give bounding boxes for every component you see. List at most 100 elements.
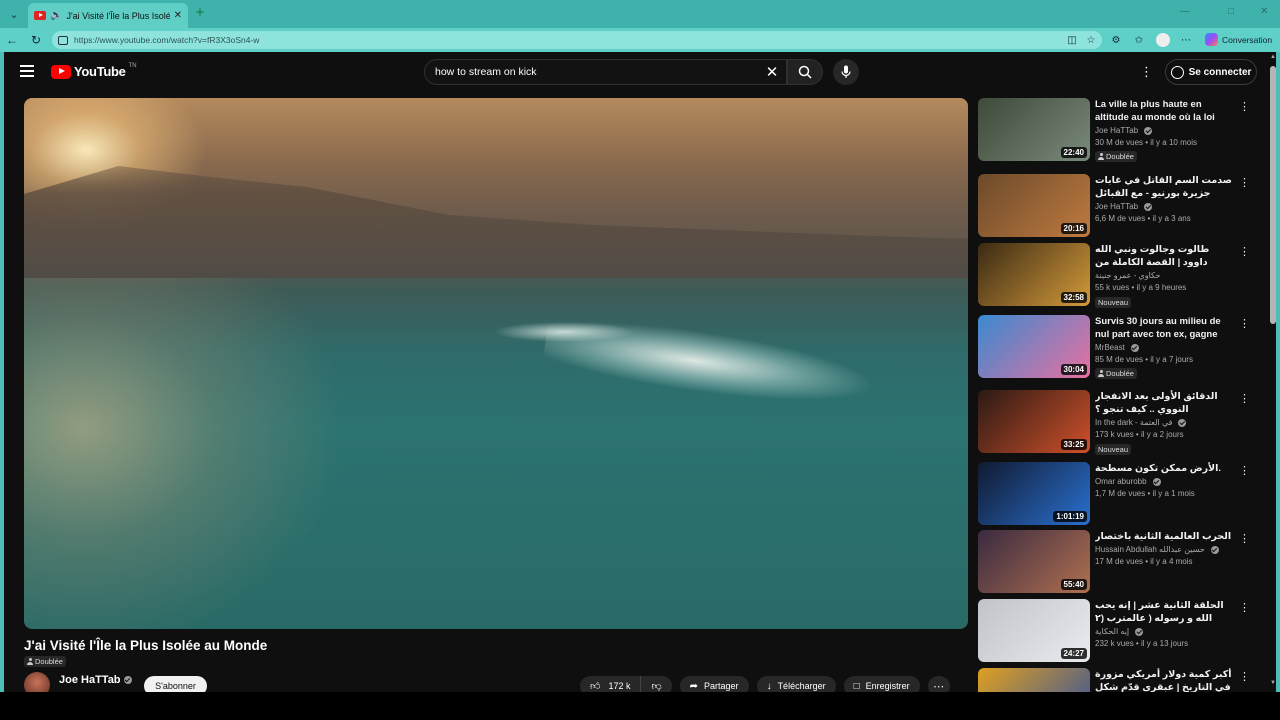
settings-kebab-icon[interactable]: ⋮ [1140,64,1153,80]
recommendation-channel[interactable]: Hussain Abdullah حسين عبدالله [1095,545,1235,554]
address-bar[interactable]: https://www.youtube.com/watch?v=fR3X3oSn… [52,31,1102,49]
recommendation-channel[interactable]: Joe HaTTab [1095,126,1235,135]
recommendation-meta: 17 M de vues • il y a 4 mois [1095,557,1235,566]
channel-row: Joe HaTTab S'abonner 👍︎ 172 k 👎︎ ➦ Parta… [24,672,968,692]
search-button[interactable] [787,59,823,85]
recommendation-menu-icon[interactable]: ⋮ [1239,392,1250,405]
recommendation-menu-icon[interactable]: ⋮ [1239,317,1250,330]
verified-icon [1144,126,1153,135]
app-available-icon[interactable]: ◫ [1066,34,1078,46]
channel-avatar[interactable] [24,672,50,692]
verified-icon [1152,477,1161,486]
minimize-icon[interactable]: — [1180,6,1190,17]
recommendation-channel-name: Omar aburobb [1095,477,1147,486]
upload-age: il y a 3 ans [1152,214,1191,223]
recommendation-thumbnail[interactable]: 33:25 [978,390,1090,453]
upload-age: il y a 13 jours [1140,639,1189,648]
close-tab-icon[interactable]: ✕ [174,10,182,21]
tab-youtube[interactable]: 🔈 J'ai Visité l'Île la Plus Isolée au ✕ [28,3,188,28]
recommendation-thumbnail[interactable]: 30:04 [978,315,1090,378]
share-button[interactable]: ➦ Partager [679,676,749,692]
channel-name[interactable]: Joe HaTTab [59,674,132,686]
refresh-icon[interactable]: ↻ [28,32,44,48]
scrollbar-thumb[interactable] [1270,66,1276,324]
recommendation-channel[interactable]: Joe HaTTab [1095,202,1235,211]
menu-icon[interactable] [20,65,34,77]
recommendation-title[interactable]: الحرب العالمية الثانية باختصار [1095,530,1235,543]
recommendation-menu-icon[interactable]: ⋮ [1239,532,1250,545]
save-label: Enregistrer [865,681,910,691]
favorites-icon[interactable]: ✩ [1133,34,1145,46]
scroll-up-icon[interactable]: ▲ [1270,54,1276,60]
recommendation-thumbnail[interactable] [978,668,1090,692]
recommendation-channel[interactable]: إيه الحكاية [1095,627,1235,636]
recommendation-thumbnail[interactable]: 22:40 [978,98,1090,161]
recommendation-thumbnail[interactable]: 24:27 [978,599,1090,662]
recommendation-info: أكبر كمية دولار أمريكي مزورة في التاريخ … [1095,668,1235,692]
recommendation-menu-icon[interactable]: ⋮ [1239,464,1250,477]
new-tab-icon[interactable]: + [192,5,208,21]
recommendation-thumbnail[interactable]: 55:40 [978,530,1090,593]
view-count: 1,7 M de vues [1095,489,1146,498]
recommendation-menu-icon[interactable]: ⋮ [1239,100,1250,113]
recommendation-title[interactable]: أكبر كمية دولار أمريكي مزورة في التاريخ … [1095,668,1235,692]
recommendation-thumbnail[interactable]: 32:58 [978,243,1090,306]
clear-search-icon[interactable]: ✕ [758,63,786,81]
recommendation-title[interactable]: الدقائق الأولى بعد الانفجار النووي .. كي… [1095,390,1235,416]
voice-search-button[interactable] [833,59,859,85]
site-info-icon[interactable] [58,35,68,45]
recommendation-thumbnail[interactable]: 20:16 [978,174,1090,237]
more-menu-icon[interactable]: ⋯ [1180,34,1192,46]
recommendation-info: طالوت وجالوت ونبي الله داوود | القصة الك… [1095,243,1235,310]
tab-title: J'ai Visité l'Île la Plus Isolée au [66,10,170,21]
extensions-icon[interactable]: ⚙ [1110,34,1122,46]
meta-separator: • [1129,283,1137,292]
youtube-wordmark: YouTube [74,64,126,79]
recommendation-thumbnail[interactable]: 1:01:19 [978,462,1090,525]
dubbed-person-icon [27,658,33,665]
recommendation-menu-icon[interactable]: ⋮ [1239,601,1250,614]
download-button[interactable]: ↓ Télécharger [756,676,836,692]
save-button[interactable]: □ Enregistrer [843,676,920,692]
recommendation-channel[interactable]: حكاوي - عمرو جنينة [1095,271,1235,280]
dislike-button[interactable]: 👎︎ [640,676,671,692]
recommendation-title[interactable]: طالوت وجالوت ونبي الله داوود | القصة الك… [1095,243,1235,269]
recommendation-menu-icon[interactable]: ⋮ [1239,176,1250,189]
youtube-play-icon [51,64,71,79]
signin-button[interactable]: Se connecter [1165,59,1257,85]
scroll-down-icon[interactable]: ▼ [1270,680,1276,686]
speaker-icon[interactable]: 🔈 [50,10,62,21]
recommendation-channel[interactable]: Omar aburobb [1095,477,1235,486]
maximize-icon[interactable]: □ [1228,6,1234,17]
recommendation-channel[interactable]: In the dark - في العتمة [1095,418,1235,427]
share-label: Partager [704,681,739,691]
recommendation-menu-icon[interactable]: ⋮ [1239,245,1250,258]
back-icon[interactable]: ← [4,32,20,48]
search-input[interactable]: how to stream on kick ✕ [424,59,787,85]
recommendation-title[interactable]: صدمت السم القاتل في غابات جزيرة بورنيو -… [1095,174,1235,200]
profile-avatar[interactable] [1156,33,1170,47]
recommendation-channel[interactable]: MrBeast [1095,343,1235,352]
upload-age: il y a 4 mois [1150,557,1193,566]
share-icon: ➦ [689,680,699,692]
more-actions-icon[interactable]: ⋯ [927,676,950,692]
recommendation-channel-name: إيه الحكاية [1095,627,1130,636]
recommendation-title[interactable]: Survis 30 jours au milieu de nul part av… [1095,315,1235,341]
favorite-star-icon[interactable]: ☆ [1085,34,1097,46]
recommendation-title[interactable]: الأرض ممكن تكون مسطحة. [1095,462,1235,475]
recommendation-title[interactable]: الحلقة الثانية عشر | إنه يحب الله و رسول… [1095,599,1235,625]
download-label: Télécharger [777,681,826,691]
like-button[interactable]: 👍︎ 172 k [580,676,640,692]
video-player[interactable] [24,98,968,629]
page-scrollbar[interactable]: ▲ ▼ [1270,52,1276,692]
copilot-button[interactable]: Conversation [1205,33,1272,46]
tab-list-icon[interactable]: ⌄ [4,4,24,24]
subscribe-button[interactable]: S'abonner [144,676,207,692]
like-count: 172 k [608,681,631,691]
close-window-icon[interactable]: ✕ [1260,6,1268,17]
dubbed-person-icon [1098,370,1104,377]
recommendation-menu-icon[interactable]: ⋮ [1239,670,1250,683]
recommendation-title[interactable]: La ville la plus haute en altitude au mo… [1095,98,1235,124]
upload-age: il y a 10 mois [1150,138,1197,147]
youtube-logo[interactable]: YouTube TN [51,63,137,79]
